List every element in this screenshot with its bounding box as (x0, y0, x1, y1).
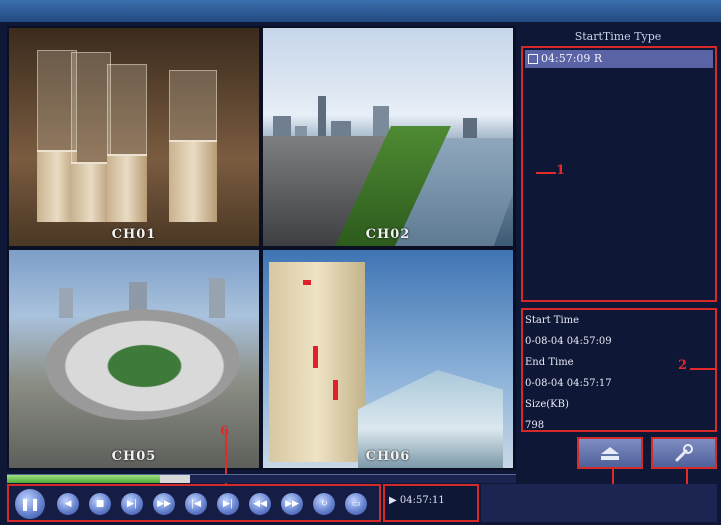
step-forward-button[interactable]: ▶| (121, 493, 143, 515)
title-bar (0, 0, 721, 22)
file-list-header: StartTime Type (574, 30, 662, 43)
search-button[interactable] (651, 437, 717, 469)
slow-play-button[interactable]: ◀◀ (249, 493, 271, 515)
callout-2: 2 (678, 358, 688, 373)
camera-label: CH01 (111, 227, 157, 242)
camera-view-2[interactable]: CH02 (263, 28, 513, 246)
stop-button[interactable]: ■ (89, 493, 111, 515)
end-time-value: 0-08-04 04:57:17 (525, 378, 612, 389)
camera-grid: CH01 CH02 CH05 CH06 (7, 26, 516, 470)
backup-button[interactable] (577, 437, 643, 469)
start-time-value: 0-08-04 04:57:09 (525, 336, 612, 347)
camera-label: CH02 (365, 227, 411, 242)
previous-file-button[interactable]: |◀ (185, 493, 207, 515)
progress-handle[interactable] (159, 475, 190, 483)
refresh-button[interactable]: ↻ (313, 493, 335, 515)
fast-forward-button[interactable]: ▶▶ (153, 493, 175, 515)
status-bar (481, 484, 717, 522)
rewind-button[interactable]: ◀ (57, 493, 79, 515)
file-list[interactable]: 04:57:09 R (521, 46, 717, 302)
playback-screen: CH01 CH02 CH05 CH06 StartTime Type 04:57… (0, 0, 721, 525)
camera-label: CH05 (111, 449, 157, 464)
pause-button[interactable]: ❚❚ (15, 489, 45, 519)
fullscreen-button[interactable]: ▭ (345, 493, 367, 515)
playback-progress[interactable] (7, 474, 516, 483)
file-list-item-label: 04:57:09 R (541, 52, 603, 65)
file-list-item[interactable]: 04:57:09 R (525, 50, 713, 68)
wrench-icon (675, 444, 693, 462)
callout-6: 6 (220, 424, 230, 439)
skip-button[interactable]: ▶▶ (281, 493, 303, 515)
start-time-label: Start Time (525, 315, 580, 326)
camera-label: CH06 (365, 449, 411, 464)
camera-view-6[interactable]: CH06 (263, 250, 513, 468)
camera-view-1[interactable]: CH01 (9, 28, 259, 246)
callout-1: 1 (556, 163, 566, 178)
size-label: Size(KB) (525, 399, 569, 410)
next-file-button[interactable]: ▶| (217, 493, 239, 515)
size-value: 798 (525, 420, 545, 431)
progress-fill (7, 475, 160, 483)
checkbox-icon[interactable] (528, 54, 538, 64)
backup-icon (601, 447, 619, 460)
file-info-panel: Start Time 0-08-04 04:57:09 End Time 0-0… (521, 308, 717, 432)
playback-controls: ❚❚ ◀ ■ ▶| ▶▶ |◀ ▶| ◀◀ ▶▶ ↻ ▭ (7, 484, 381, 522)
playback-status: ▶ 04:57:11 (383, 484, 479, 522)
